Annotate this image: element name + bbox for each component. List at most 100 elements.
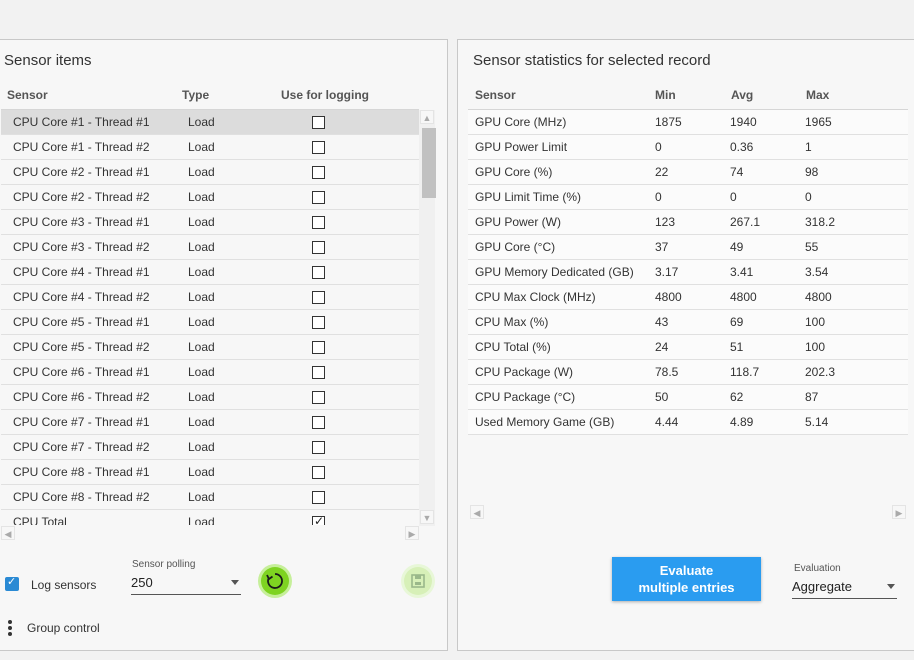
scroll-down-arrow-icon[interactable]: ▼ [420, 510, 434, 524]
sensor-name: CPU Core #1 - Thread #1 [13, 115, 150, 129]
sensor-type: Load [188, 490, 215, 504]
use-for-logging-checkbox[interactable] [312, 141, 325, 154]
sensor-type: Load [188, 140, 215, 154]
stat-min: 1875 [655, 115, 682, 129]
statistics-row[interactable]: GPU Core (°C) 37 49 55 [468, 235, 908, 260]
sensor-type: Load [188, 165, 215, 179]
stat-scroll-right-arrow-icon[interactable]: ▶ [892, 505, 906, 519]
evaluation-label: Evaluation [794, 563, 841, 574]
sensor-type: Load [188, 265, 215, 279]
save-button[interactable] [404, 567, 432, 595]
use-for-logging-checkbox[interactable] [312, 491, 325, 504]
statistics-row[interactable]: CPU Package (W) 78.5 118.7 202.3 [468, 360, 908, 385]
sensor-row[interactable]: CPU Core #7 - Thread #2 Load [1, 435, 421, 460]
more-vert-icon[interactable] [8, 620, 12, 636]
sensor-row[interactable]: CPU Core #8 - Thread #2 Load [1, 485, 421, 510]
sensor-row[interactable]: CPU Core #2 - Thread #1 Load [1, 160, 421, 185]
refresh-button[interactable] [261, 567, 289, 595]
use-for-logging-checkbox[interactable] [312, 391, 325, 404]
stat-min: 0 [655, 190, 662, 204]
sensor-row[interactable]: CPU Core #1 - Thread #2 Load [1, 135, 421, 160]
statistics-row[interactable]: GPU Limit Time (%) 0 0 0 [468, 185, 908, 210]
col-sensor-header[interactable]: Sensor [7, 88, 48, 102]
stat-max: 3.54 [805, 265, 829, 279]
stat-col-avg-header[interactable]: Avg [731, 88, 753, 102]
log-sensors-checkbox[interactable] [5, 575, 19, 591]
use-for-logging-checkbox[interactable] [312, 366, 325, 379]
statistics-row[interactable]: CPU Package (°C) 50 62 87 [468, 385, 908, 410]
stat-sensor: GPU Power (W) [475, 215, 562, 229]
use-for-logging-checkbox[interactable] [312, 116, 325, 129]
stat-sensor: CPU Total (%) [475, 340, 551, 354]
sensor-row[interactable]: CPU Total Load [1, 510, 421, 525]
stat-max: 318.2 [805, 215, 836, 229]
col-logging-header[interactable]: Use for logging [281, 88, 369, 102]
stat-avg: 69 [730, 315, 744, 329]
sensor-row[interactable]: CPU Core #4 - Thread #2 Load [1, 285, 421, 310]
stat-col-max-header[interactable]: Max [806, 88, 829, 102]
evaluation-value: Aggregate [792, 579, 852, 594]
sensor-row[interactable]: CPU Core #1 - Thread #1 Load [1, 110, 421, 135]
statistics-row[interactable]: CPU Max Clock (MHz) 4800 4800 4800 [468, 285, 908, 310]
sensor-row[interactable]: CPU Core #6 - Thread #2 Load [1, 385, 421, 410]
use-for-logging-checkbox[interactable] [312, 441, 325, 454]
statistics-row[interactable]: GPU Power Limit 0 0.36 1 [468, 135, 908, 160]
group-control-label[interactable]: Group control [27, 621, 100, 635]
statistics-row[interactable]: CPU Max (%) 43 69 100 [468, 310, 908, 335]
use-for-logging-checkbox[interactable] [312, 166, 325, 179]
sensor-name: CPU Core #1 - Thread #2 [13, 140, 150, 154]
scroll-left-arrow-icon[interactable]: ◀ [1, 526, 15, 540]
statistics-row[interactable]: GPU Core (%) 22 74 98 [468, 160, 908, 185]
statistics-row[interactable]: GPU Power (W) 123 267.1 318.2 [468, 210, 908, 235]
sensor-row[interactable]: CPU Core #5 - Thread #1 Load [1, 310, 421, 335]
sensor-row[interactable]: CPU Core #4 - Thread #1 Load [1, 260, 421, 285]
sensor-row[interactable]: CPU Core #2 - Thread #2 Load [1, 185, 421, 210]
sensor-row[interactable]: CPU Core #3 - Thread #1 Load [1, 210, 421, 235]
use-for-logging-checkbox[interactable] [312, 514, 325, 525]
stat-avg: 49 [730, 240, 744, 254]
stat-min: 4.44 [655, 415, 679, 429]
stat-min: 123 [655, 215, 676, 229]
use-for-logging-checkbox[interactable] [312, 266, 325, 279]
statistics-row[interactable]: GPU Core (MHz) 1875 1940 1965 [468, 110, 908, 135]
sensor-name: CPU Core #3 - Thread #2 [13, 240, 150, 254]
stat-sensor: CPU Max (%) [475, 315, 549, 329]
stat-scroll-left-arrow-icon[interactable]: ◀ [470, 505, 484, 519]
stat-max: 4800 [805, 290, 832, 304]
sensor-row[interactable]: CPU Core #8 - Thread #1 Load [1, 460, 421, 485]
sensor-name: CPU Core #4 - Thread #1 [13, 265, 150, 279]
statistics-row[interactable]: GPU Memory Dedicated (GB) 3.17 3.41 3.54 [468, 260, 908, 285]
sensor-row[interactable]: CPU Core #3 - Thread #2 Load [1, 235, 421, 260]
use-for-logging-checkbox[interactable] [312, 316, 325, 329]
sensor-name: CPU Core #7 - Thread #1 [13, 415, 150, 429]
sensor-list-scrollbar[interactable]: ▲ ▼ [419, 110, 436, 526]
stat-col-sensor-header[interactable]: Sensor [475, 88, 516, 102]
use-for-logging-checkbox[interactable] [312, 466, 325, 479]
sensor-row[interactable]: CPU Core #6 - Thread #1 Load [1, 360, 421, 385]
stat-col-min-header[interactable]: Min [655, 88, 676, 102]
stat-sensor: GPU Core (°C) [475, 240, 556, 254]
evaluation-select[interactable]: Aggregate [792, 577, 897, 599]
scroll-up-arrow-icon[interactable]: ▲ [420, 110, 434, 124]
sensor-polling-select[interactable]: 250 [131, 573, 241, 595]
use-for-logging-checkbox[interactable] [312, 341, 325, 354]
sensor-items-list[interactable]: CPU Core #1 - Thread #1 Load CPU Core #1 -… [0, 110, 437, 525]
statistics-row[interactable]: CPU Total (%) 24 51 100 [468, 335, 908, 360]
stat-max: 1 [805, 140, 812, 154]
stat-max: 202.3 [805, 365, 836, 379]
sensor-type: Load [188, 415, 215, 429]
use-for-logging-checkbox[interactable] [312, 416, 325, 429]
use-for-logging-checkbox[interactable] [312, 291, 325, 304]
scroll-right-arrow-icon[interactable]: ▶ [405, 526, 419, 540]
col-type-header[interactable]: Type [182, 88, 209, 102]
evaluate-multiple-entries-button[interactable]: Evaluate multiple entries [612, 557, 761, 601]
statistics-row[interactable]: Used Memory Game (GB) 4.44 4.89 5.14 [468, 410, 908, 435]
use-for-logging-checkbox[interactable] [312, 191, 325, 204]
sensor-row[interactable]: CPU Core #5 - Thread #2 Load [1, 335, 421, 360]
use-for-logging-checkbox[interactable] [312, 241, 325, 254]
use-for-logging-checkbox[interactable] [312, 216, 325, 229]
sensor-row[interactable]: CPU Core #7 - Thread #1 Load [1, 410, 421, 435]
stat-max: 98 [805, 165, 819, 179]
sensor-name: CPU Core #3 - Thread #1 [13, 215, 150, 229]
scrollbar-thumb[interactable] [422, 128, 436, 198]
